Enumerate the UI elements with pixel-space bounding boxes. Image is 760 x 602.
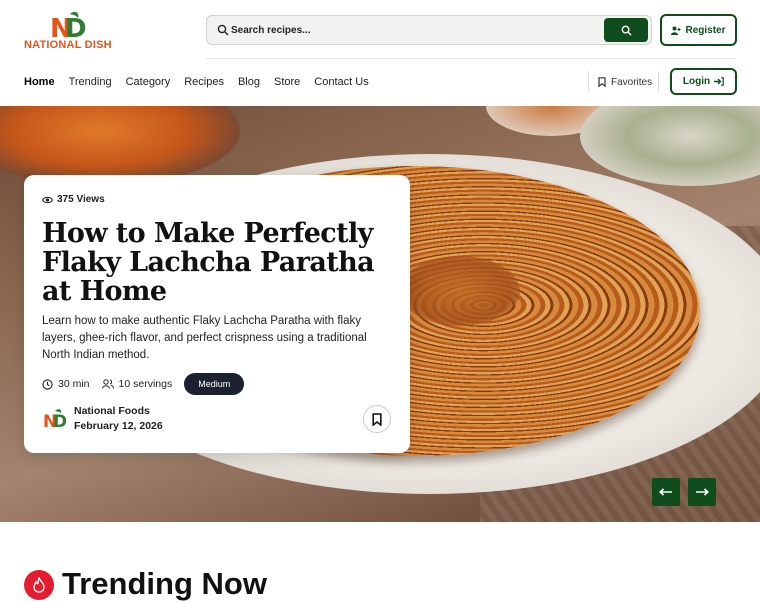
publish-date: February 12, 2026 — [74, 420, 163, 432]
hero-background-bowl — [0, 106, 240, 186]
hero-slider: 375 Views How to Make Perfectly Flaky La… — [0, 106, 760, 522]
main-nav: Home Trending Category Recipes Blog Stor… — [24, 72, 369, 92]
recipe-description: Learn how to make authentic Flaky Lachch… — [42, 315, 367, 361]
login-label: Login — [682, 76, 711, 87]
search-icon — [621, 25, 632, 36]
favorites-label: Favorites — [611, 76, 653, 88]
cook-time-label: 30 min — [58, 378, 90, 390]
header-divider — [206, 58, 736, 59]
favorites-link[interactable]: Favorites — [598, 72, 652, 92]
servings: 10 servings — [101, 378, 173, 390]
arrow-left-icon — [659, 488, 672, 496]
register-label: Register — [685, 24, 726, 36]
nav-item-home[interactable]: Home — [24, 72, 55, 92]
nav-item-category[interactable]: Category — [126, 72, 171, 92]
login-arrow-icon — [714, 77, 724, 86]
svg-text:D: D — [53, 412, 66, 431]
prev-slide-button[interactable] — [652, 478, 680, 506]
nav-item-blog[interactable]: Blog — [238, 72, 260, 92]
nav-divider — [588, 71, 589, 91]
register-button[interactable]: Register — [660, 14, 737, 46]
section-title-trending: Trending Now — [62, 566, 267, 601]
difficulty-badge: Medium — [184, 373, 245, 395]
eye-icon — [42, 196, 53, 203]
bookmark-button[interactable] — [363, 405, 391, 433]
flame-icon — [33, 577, 45, 593]
author-avatar: N D — [43, 409, 66, 431]
clock-icon — [42, 378, 53, 390]
users-icon — [101, 379, 114, 389]
author-name[interactable]: National Foods — [74, 405, 150, 417]
logo-text: NATIONAL DISH — [24, 39, 112, 51]
recipe-meta: 30 min 10 servings Medium — [42, 373, 245, 395]
arrow-right-icon — [696, 488, 709, 496]
search-button[interactable] — [604, 18, 648, 42]
nav-item-store[interactable]: Store — [274, 72, 300, 92]
trending-badge — [24, 570, 54, 600]
nav-item-trending[interactable]: Trending — [69, 72, 112, 92]
cook-time: 30 min — [42, 378, 90, 390]
recipe-title[interactable]: How to Make Perfectly Flaky Lachcha Para… — [42, 219, 392, 306]
search-input[interactable] — [231, 16, 601, 44]
header: N D NATIONAL DISH Register — [0, 0, 760, 58]
servings-label: 10 servings — [118, 378, 173, 390]
views-count: 375 Views — [42, 194, 105, 205]
logo-mark-icon: N D — [50, 11, 87, 40]
bookmark-icon — [372, 412, 382, 426]
next-slide-button[interactable] — [688, 478, 716, 506]
search-bar — [206, 15, 652, 45]
login-button[interactable]: Login — [670, 68, 737, 95]
views-label: 375 Views — [57, 194, 105, 205]
recipe-card[interactable]: 375 Views How to Make Perfectly Flaky La… — [24, 175, 410, 453]
search-icon — [217, 24, 229, 36]
site-logo[interactable]: N D NATIONAL DISH — [24, 10, 116, 52]
nav-divider — [658, 71, 659, 91]
hero-paratha-center — [400, 256, 520, 326]
nav-item-recipes[interactable]: Recipes — [184, 72, 224, 92]
hero-background-bowl — [580, 106, 760, 186]
bookmark-icon — [598, 77, 606, 87]
user-plus-icon — [671, 26, 681, 35]
nav-item-contact[interactable]: Contact Us — [314, 72, 368, 92]
svg-text:D: D — [65, 14, 87, 40]
